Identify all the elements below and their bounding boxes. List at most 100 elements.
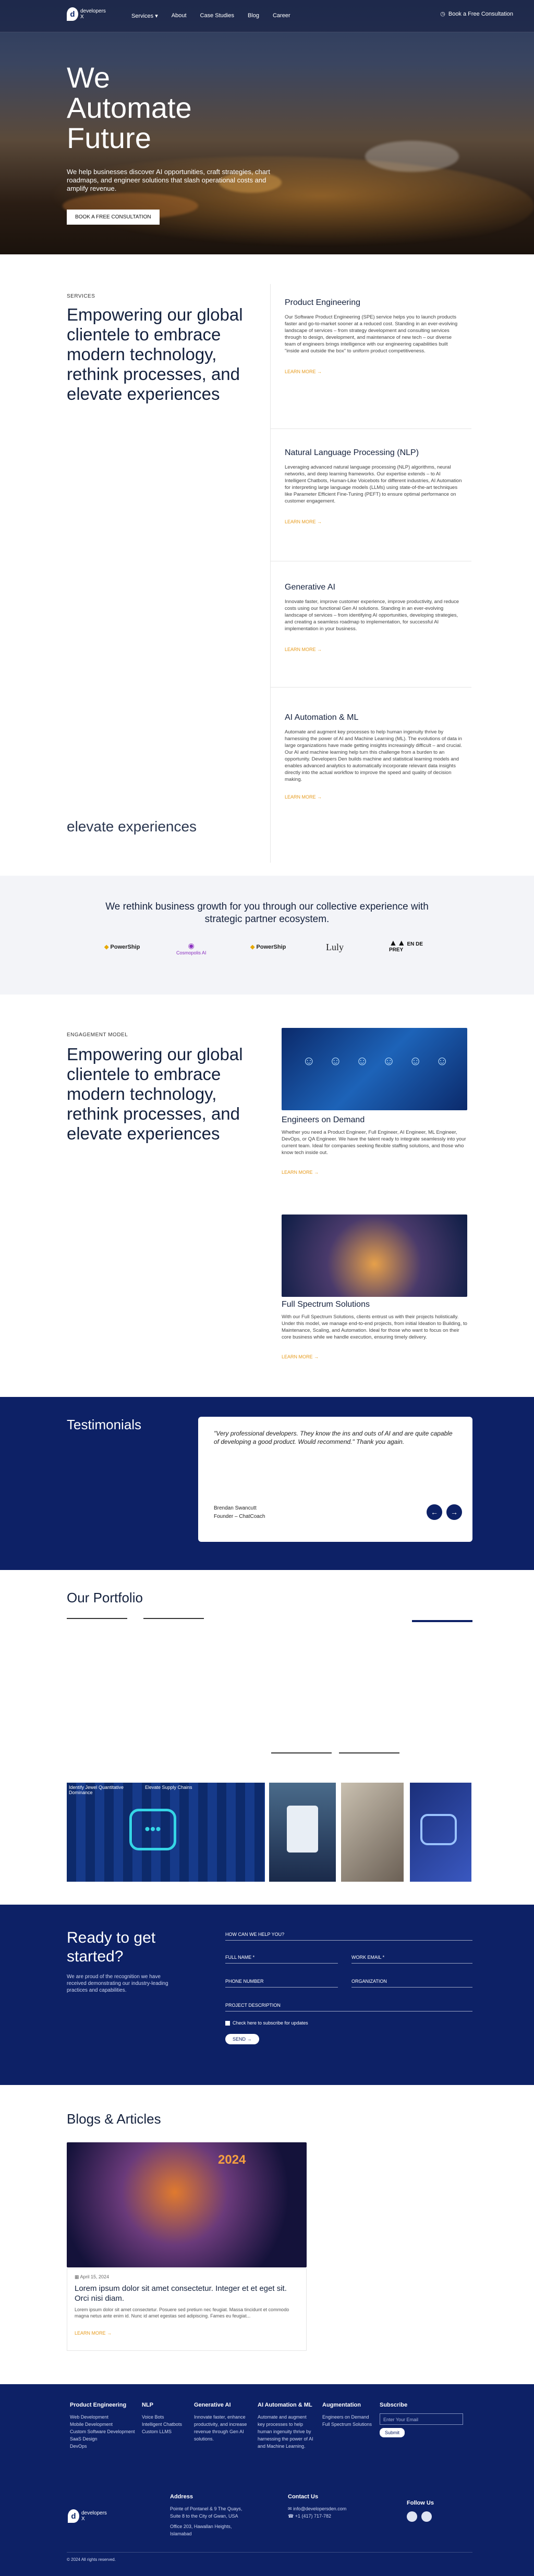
- footer-phone[interactable]: ☎ +1 (417) 717-782: [288, 2512, 366, 2520]
- brand-logo[interactable]: d developers X: [67, 7, 106, 21]
- hero-subtitle: We help businesses discover AI opportuni…: [67, 168, 270, 192]
- portfolio-card[interactable]: [269, 1783, 336, 1882]
- services-eyebrow: SERVICES: [67, 293, 95, 299]
- footer-link[interactable]: Voice Bots: [142, 2413, 194, 2421]
- learn-more-link[interactable]: LEARN MORE →: [282, 1170, 467, 1175]
- top-navbar: d developers X Services ▾ About Case Stud…: [0, 0, 534, 32]
- footer-column: NLP Voice Bots Intelligent Chatbots Cust…: [142, 2402, 194, 2435]
- partners-headline: We rethink business growth for you throu…: [105, 901, 429, 925]
- footer-link[interactable]: Full Spectrum Solutions: [322, 2421, 372, 2428]
- arrow-right-icon: →: [317, 647, 322, 652]
- footer-logo[interactable]: d developers X: [68, 2509, 107, 2523]
- testimonial-author: Brendan Swancutt: [214, 1505, 257, 1511]
- portfolio-title: Our Portfolio: [67, 1590, 143, 1605]
- arrow-right-icon: →: [317, 794, 322, 800]
- testimonials-title: Testimonials: [67, 1417, 142, 1432]
- footer-link[interactable]: Custom LLMS: [142, 2428, 194, 2435]
- learn-more-link[interactable]: LEARN MORE →: [285, 519, 462, 524]
- calendar-icon: ▦: [75, 2274, 79, 2279]
- blog-title[interactable]: Lorem ipsum dolor sit amet consectetur. …: [75, 2284, 294, 2303]
- partner-logo: Luly: [326, 942, 344, 952]
- footer-link[interactable]: Web Development: [70, 2413, 138, 2421]
- footer-link[interactable]: Intelligent Chatbots: [142, 2421, 194, 2428]
- full-name-field[interactable]: FULL NAME *: [225, 1955, 338, 1964]
- footer-link[interactable]: SaaS Design: [70, 2435, 138, 2443]
- hero-title: We Automate Future: [67, 61, 192, 154]
- learn-more-link[interactable]: LEARN MORE →: [75, 2330, 112, 2336]
- blog-card: ▦ April 15, 2024 Lorem ipsum dolor sit a…: [67, 2268, 307, 2351]
- learn-more-link[interactable]: LEARN MORE →: [285, 647, 462, 652]
- logo-mark-icon: d: [67, 7, 78, 21]
- footer-link[interactable]: Mobile Development: [70, 2421, 138, 2428]
- footer-social: Follow Us: [407, 2500, 469, 2524]
- blog-image[interactable]: 2024: [67, 2142, 307, 2267]
- work-email-field[interactable]: WORK EMAIL *: [351, 1955, 472, 1964]
- calendar-icon: ◷: [440, 11, 445, 17]
- linkedin-icon[interactable]: [407, 2511, 417, 2522]
- service-card: Product Engineering Our Software Product…: [285, 298, 462, 374]
- footer-link[interactable]: Custom Software Development: [70, 2428, 138, 2435]
- footer-link[interactable]: DevOps: [70, 2443, 138, 2450]
- blog-date: ▦ April 15, 2024: [75, 2274, 110, 2279]
- learn-more-link[interactable]: LEARN MORE →: [282, 1354, 467, 1359]
- services-headline: Empowering our global clientele to embra…: [67, 305, 243, 403]
- contact-section: Ready to get started? We are proud of the…: [0, 1905, 534, 2085]
- footer: Product Engineering Web Development Mobi…: [0, 2384, 534, 2576]
- nav-book-consultation[interactable]: ◷ Book a Free Consultation: [440, 10, 513, 18]
- portfolio-card[interactable]: Identify Jewel Quantitative Dominance El…: [67, 1783, 265, 1882]
- service-card: Generative AI Innovate faster, improve c…: [285, 583, 462, 652]
- engineers-image: ☺ ☺ ☺ ☺ ☺ ☺: [282, 1028, 467, 1110]
- send-button[interactable]: SEND →: [225, 2034, 259, 2044]
- portfolio-card[interactable]: [410, 1783, 471, 1882]
- footer-column: Generative AI Innovate faster, enhance p…: [194, 2402, 247, 2442]
- nav-services[interactable]: Services ▾: [131, 13, 158, 19]
- project-field[interactable]: PROJECT DESCRIPTION: [225, 2003, 472, 2011]
- blog-excerpt: Lorem ipsum dolor sit amet consectetur. …: [75, 2307, 289, 2319]
- footer-email[interactable]: ✉ info@developersden.com: [288, 2505, 366, 2512]
- partner-logo: ▲▲ EN DE PREY: [389, 939, 423, 953]
- subscribe-email-input[interactable]: Enter Your Email: [380, 2413, 463, 2425]
- engagement-eyebrow: ENGAGEMENT MODEL: [67, 1032, 128, 1038]
- organization-field[interactable]: ORGANIZATION: [351, 1979, 472, 1988]
- prev-arrow-icon[interactable]: ←: [427, 1504, 442, 1520]
- next-arrow-icon[interactable]: →: [446, 1504, 462, 1520]
- footer-subscribe: Subscribe Enter Your Email Submit: [380, 2402, 468, 2437]
- phone-icon: ☎: [288, 2513, 294, 2519]
- engagement-card: Engineers on Demand Whether you need a P…: [282, 1115, 467, 1175]
- testimonial-role: Founder – ChatCoach: [214, 1514, 265, 1519]
- engagement-headline: Empowering our global clientele to embra…: [67, 1045, 243, 1143]
- footer-contact: Contact Us ✉ info@developersden.com ☎ +1…: [288, 2494, 366, 2520]
- help-field[interactable]: HOW CAN WE HELP YOU?: [225, 1932, 472, 1941]
- chat-bubble-icon: •••: [129, 1809, 176, 1850]
- footer-address: Address Pointe of Pontanel & 9 The Quays…: [170, 2494, 242, 2536]
- book-consultation-button[interactable]: BOOK A FREE CONSULTATION: [67, 210, 160, 225]
- copyright: © 2024 All rights reserved.: [67, 2557, 116, 2562]
- blogs-title: Blogs & Articles: [67, 2111, 161, 2127]
- nav-case-studies[interactable]: Case Studies: [200, 13, 234, 19]
- subscribe-label: Check here to subscribe for updates: [233, 2020, 308, 2026]
- partner-logo: ◆ PowerShip: [104, 944, 140, 950]
- testimonials-section: Testimonials "Very professional develope…: [0, 1397, 534, 1570]
- learn-more-link[interactable]: LEARN MORE →: [285, 369, 462, 374]
- phone-field[interactable]: PHONE NUMBER: [225, 1979, 338, 1988]
- footer-column: AI Automation & ML Automate and augment …: [258, 2402, 313, 2449]
- subscribe-submit-button[interactable]: Submit: [380, 2428, 405, 2437]
- learn-more-link[interactable]: LEARN MORE →: [285, 794, 462, 800]
- testimonial-quote: "Very professional developers. They know…: [214, 1430, 453, 1445]
- arrow-right-icon: →: [107, 2330, 112, 2336]
- mail-icon: ✉: [288, 2506, 292, 2511]
- services-ghost-text: elevate experiences: [67, 818, 197, 835]
- contact-text: We are proud of the recognition we have …: [67, 1974, 168, 1993]
- portfolio-card[interactable]: [341, 1783, 404, 1882]
- nav-career[interactable]: Career: [273, 13, 290, 19]
- footer-link[interactable]: Engineers on Demand: [322, 2413, 372, 2421]
- subscribe-checkbox[interactable]: [225, 2020, 230, 2026]
- service-card: AI Automation & ML Automate and augment …: [285, 713, 462, 800]
- service-card: Natural Language Processing (NLP) Levera…: [285, 448, 462, 524]
- testimonial-card: "Very professional developers. They know…: [198, 1417, 472, 1542]
- nav-about[interactable]: About: [172, 13, 187, 19]
- facebook-icon[interactable]: [421, 2511, 432, 2522]
- hero-section: We Automate Future We help businesses di…: [0, 0, 534, 254]
- network-image: [282, 1215, 467, 1297]
- nav-blog[interactable]: Blog: [248, 13, 259, 19]
